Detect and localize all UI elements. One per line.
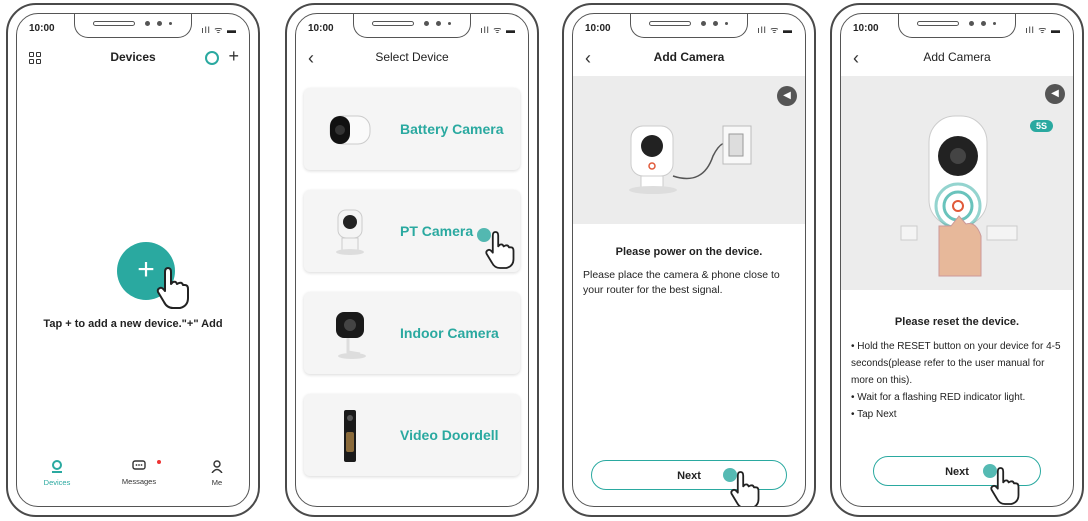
tab-me-label: Me	[211, 478, 223, 487]
phone-add-camera-reset: 10:00 ıll ᯤ ▬ ‹ Add Camera ◀ 5S Please r…	[830, 3, 1084, 517]
indoor-camera-image	[336, 312, 366, 359]
next-button-label: Next	[945, 466, 969, 478]
phone-devices: 10:00 ıll ᯤ ▬ Devices + + Tap + to add a…	[6, 3, 260, 517]
volume-icon[interactable]: ◀	[1045, 84, 1065, 104]
pt-camera-image	[336, 209, 364, 255]
screen-add-camera-reset: 10:00 ıll ᯤ ▬ ‹ Add Camera ◀ 5S Please r…	[840, 13, 1074, 507]
notch	[353, 14, 471, 38]
page-title: Add Camera	[653, 50, 725, 64]
notch	[898, 14, 1016, 38]
hand-pointer-icon	[990, 467, 1020, 505]
power-heading: Please power on the device.	[615, 246, 763, 258]
tab-devices-label: Devices	[43, 478, 71, 487]
status-time: 10:00	[29, 23, 55, 34]
device-label: PT Camera	[400, 223, 474, 239]
screen-add-camera-power: 10:00 ıll ᯤ ▬ ‹ Add Camera ◀ Please powe…	[572, 13, 806, 507]
person-pin-icon	[27, 460, 87, 476]
person-icon	[187, 460, 247, 476]
battery-camera-image	[329, 115, 371, 145]
camera-plugged-illustration	[629, 125, 752, 194]
hand-pointer-icon	[730, 471, 760, 506]
device-card-indoor-camera[interactable]: Indoor Camera	[304, 292, 520, 374]
tap-instruction: Tap + to add a new device."+" Add	[43, 318, 223, 330]
status-time: 10:00	[585, 23, 611, 34]
tab-me[interactable]: Me	[187, 460, 247, 487]
bullet-item: • Hold the RESET button on your device f…	[851, 341, 1061, 386]
power-on-illustration: ◀	[573, 76, 805, 224]
bullet-item: • Wait for a flashing RED indicator ligh…	[851, 392, 1026, 403]
screen-devices: 10:00 ıll ᯤ ▬ Devices + + Tap + to add a…	[16, 13, 250, 507]
reset-illustration: ◀ 5S	[841, 76, 1073, 290]
notch	[74, 14, 192, 38]
device-card-battery-camera[interactable]: Battery Camera	[304, 88, 520, 170]
power-instruction: Please place the camera & phone close to…	[583, 269, 780, 296]
scan-icon[interactable]	[205, 51, 219, 65]
device-label: Battery Camera	[400, 121, 504, 137]
device-label: Indoor Camera	[400, 325, 499, 341]
status-icons: ıll ᯤ ▬	[757, 25, 793, 35]
reset-instructions: • Hold the RESET button on your device f…	[851, 338, 1063, 423]
status-time: 10:00	[853, 23, 879, 34]
tab-messages[interactable]: Messages	[109, 460, 169, 486]
page-title: Add Camera	[923, 50, 991, 64]
add-icon[interactable]: +	[228, 46, 239, 67]
bullet-item: • Tap Next	[851, 409, 897, 420]
reset-button-illustration	[900, 115, 1018, 277]
reset-heading: Please reset the device.	[894, 316, 1020, 328]
next-button-label: Next	[677, 470, 701, 482]
video-doorbell-image	[344, 410, 356, 462]
tab-messages-label: Messages	[121, 477, 157, 486]
screen-select-device: 10:00 ıll ᯤ ▬ ‹ Select Device Battery Ca…	[295, 13, 529, 507]
phone-add-camera-power: 10:00 ıll ᯤ ▬ ‹ Add Camera ◀ Please powe…	[562, 3, 816, 517]
tab-bar: Devices Messages Me	[17, 460, 249, 496]
status-icons: ıll ᯤ ▬	[480, 25, 516, 35]
page-title: Select Device	[375, 50, 449, 64]
device-card-video-doorbell[interactable]: Video Doordell	[304, 394, 520, 476]
notch	[630, 14, 748, 38]
unread-dot	[157, 460, 161, 464]
status-time: 10:00	[308, 23, 334, 34]
phone-select-device: 10:00 ıll ᯤ ▬ ‹ Select Device Battery Ca…	[285, 3, 539, 517]
device-card-pt-camera[interactable]: PT Camera	[304, 190, 520, 272]
status-icons: ıll ᯤ ▬	[1025, 25, 1061, 35]
hand-pointer-icon	[485, 231, 515, 269]
countdown-badge: 5S	[1029, 120, 1053, 132]
status-icons: ıll ᯤ ▬	[201, 25, 237, 35]
device-label: Video Doordell	[400, 427, 499, 443]
hand-pointer-icon	[156, 267, 189, 309]
tab-devices[interactable]: Devices	[27, 460, 87, 487]
volume-icon[interactable]: ◀	[777, 86, 797, 106]
